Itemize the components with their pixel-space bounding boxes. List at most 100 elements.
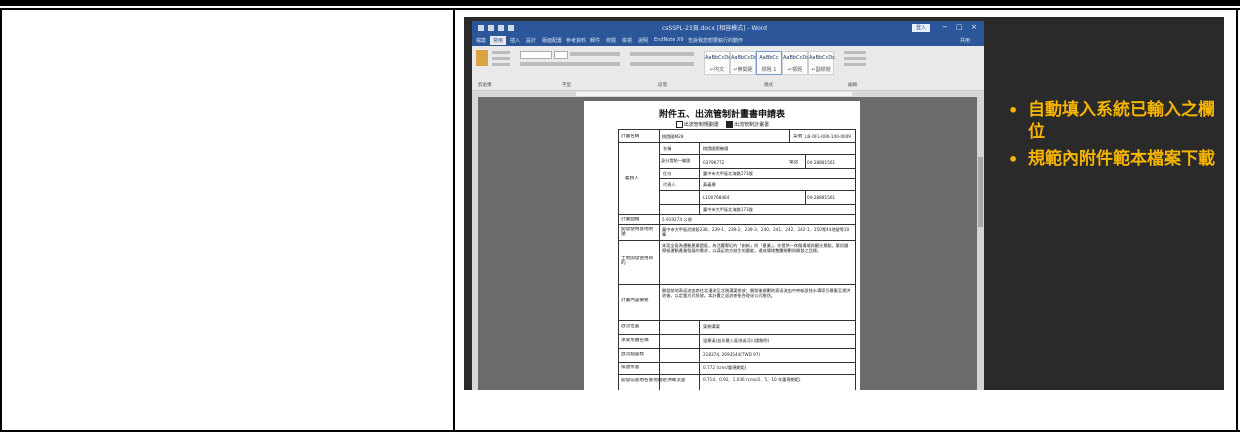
paste-icon[interactable] — [476, 50, 488, 66]
area-value[interactable]: 5.919274 公頃 — [662, 217, 692, 222]
save-icon[interactable] — [478, 25, 484, 31]
plan-type-checkboxes: 出流管制規劃書 出流管制計畫書 — [584, 121, 860, 128]
purpose-label: 土地開發使用目的 — [621, 256, 654, 266]
tab-endnote[interactable]: EndNote X9 — [654, 37, 684, 43]
tab-references[interactable]: 參考資料 — [566, 37, 586, 44]
doc-no-value[interactable]: LB-OFL-000-100-0049 — [805, 134, 851, 139]
tab-file[interactable]: 檔案 — [476, 37, 486, 44]
share-button[interactable]: 共用 — [960, 37, 970, 44]
font-style-buttons[interactable] — [520, 62, 620, 66]
word-window: csSSPL-23頁.docx [相容模式] - Word 登入 − □ × 檔… — [472, 21, 984, 390]
font-size-select[interactable] — [554, 51, 568, 59]
list-buttons[interactable] — [630, 52, 694, 56]
group-styles-label: 樣式 — [764, 83, 773, 88]
rep-addr-value[interactable]: 臺中市大甲區北海路173號 — [703, 207, 753, 212]
find-button[interactable] — [844, 51, 866, 54]
copy-icon[interactable] — [492, 57, 510, 60]
name-label: 名稱 — [663, 146, 672, 151]
quick-access-icon[interactable] — [508, 25, 514, 31]
redo-icon[interactable] — [498, 25, 504, 31]
document-page[interactable]: 附件五、出流管制計畫書申請表 出流管制規劃書 出流管制計畫書 計畫名稱 桃園國M… — [584, 101, 860, 390]
font-name-select[interactable] — [520, 51, 552, 59]
font-format-buttons[interactable] — [570, 52, 620, 56]
frame-top-border-inner — [0, 8, 1240, 10]
bullet-item: • 規範內附件範本檔案下載 — [1008, 148, 1218, 170]
group-editing-label: 編輯 — [848, 83, 857, 88]
frame-column-divider — [453, 8, 455, 432]
tab-design[interactable]: 設計 — [526, 37, 536, 44]
table-col-line — [699, 320, 700, 390]
group-clipboard-label: 剪貼簿 — [478, 83, 492, 88]
tab-home[interactable]: 常用 — [490, 36, 507, 45]
coord-value[interactable]: 218374, 2693544(TWD 97) — [703, 352, 760, 357]
table-row-line — [619, 240, 855, 241]
style-subtitle[interactable]: AaBbCcDc ↵副標題 — [808, 51, 835, 75]
tab-view[interactable]: 檢視 — [622, 37, 632, 44]
style-normal[interactable]: AaBbCcDc ↵內文 — [704, 51, 731, 75]
word-title: csSSPL-23頁.docx [相容模式] - Word — [662, 25, 767, 32]
location-value[interactable]: 臺中市大甲區武陵段238、239-1、239-2、239-3、240、241、2… — [662, 227, 852, 237]
align-buttons[interactable] — [630, 62, 694, 66]
tab-help[interactable]: 說明 — [638, 37, 648, 44]
doc-no-label: 案號 — [793, 134, 803, 139]
peak-value[interactable]: 0.714、0.92、1.036 (cms/2、5、10 年重現期距) — [703, 377, 853, 382]
id-label: 身分證統一編號 — [661, 158, 691, 163]
rep-tel-value[interactable]: 04-28881561 — [807, 195, 835, 200]
table-row-line — [659, 204, 855, 205]
table-row-line — [659, 154, 855, 155]
table-col-line — [699, 142, 700, 214]
ribbon-tabs: 檔案 常用 插入 設計 版面配置 參考資料 郵件 校閱 檢視 說明 EndNot… — [472, 35, 984, 46]
table-col-line — [789, 130, 790, 142]
tab-review[interactable]: 校閱 — [606, 37, 616, 44]
receiving-value[interactable]: 溫寮溪(若非匯入區排或河川請敘明) — [703, 338, 769, 343]
tell-me-search[interactable]: 告訴我您想要執行的動作 — [688, 37, 743, 44]
replace-button[interactable] — [844, 57, 866, 60]
table-row-line — [619, 224, 855, 225]
rep-id-value[interactable]: L100768464 — [703, 195, 729, 200]
horizontal-ruler — [472, 91, 984, 97]
tab-insert[interactable]: 插入 — [510, 37, 520, 44]
frame-left-border — [0, 8, 2, 432]
scrollbar-thumb[interactable] — [978, 157, 983, 227]
tab-mailings[interactable]: 郵件 — [590, 37, 600, 44]
plan-name-value[interactable]: 桃園國M28 — [662, 134, 684, 139]
addr-value[interactable]: 臺中市大甲區北海路173號 — [703, 171, 753, 176]
q-label: 排放水量 — [621, 365, 640, 370]
checkbox-plan-draft-label: 出流管制規劃書 — [683, 122, 719, 128]
group-paragraph-label: 段落 — [658, 83, 667, 88]
content-label: 計畫內容摘要 — [621, 298, 649, 303]
style-heading-1[interactable]: AaBbCc 標題 1 — [756, 51, 782, 75]
vertical-ruler — [472, 97, 478, 390]
slide-bullets: • 自動填入系統已輸入之欄位 • 規範內附件範本檔案下載 — [1008, 99, 1218, 175]
undo-icon[interactable] — [488, 25, 494, 31]
checkbox-plan-final[interactable] — [726, 121, 734, 128]
table-row-line — [619, 284, 855, 285]
close-icon[interactable]: × — [971, 23, 977, 31]
sign-in-button[interactable]: 登入 — [912, 24, 930, 32]
q-value[interactable]: 0.772 (cms/重現期距) — [703, 365, 746, 370]
bullet-text: 自動填入系統已輸入之欄位 — [1028, 100, 1215, 142]
style-no-spacing[interactable]: AaBbCcDc ↵無間距 — [730, 51, 757, 75]
application-table: 計畫名稱 桃園國M28 案號 LB-OFL-000-100-0049 義務人 名… — [618, 129, 856, 390]
outfall-value[interactable]: 東側溝渠 — [703, 324, 720, 329]
tel-value[interactable]: 04-28881561 — [807, 160, 835, 165]
format-painter-icon[interactable] — [492, 63, 510, 66]
area-label: 計畫面積 — [621, 217, 640, 222]
outfall-label: 放流位置 — [621, 324, 640, 329]
rep-value[interactable]: 黃義傳 — [703, 182, 716, 187]
content-text[interactable]: 開發前地表逕流由南往北漫流至北側溝渠排放；開發後規劃地表逕流由中央新設排水溝導引… — [662, 288, 852, 298]
name-value[interactable]: 桃園國際機場 — [703, 146, 728, 151]
maximize-icon[interactable]: □ — [956, 23, 963, 31]
minimize-icon[interactable]: − — [942, 23, 948, 31]
cut-icon[interactable] — [492, 51, 510, 54]
document-title: 附件五、出流管制計畫書申請表 — [658, 110, 785, 120]
tab-layout[interactable]: 版面配置 — [542, 37, 562, 44]
checkbox-plan-draft[interactable] — [675, 121, 683, 128]
plan-name-label: 計畫名稱 — [621, 134, 640, 139]
style-title[interactable]: AaBbCcDc ↵標題 — [782, 51, 809, 75]
id-value[interactable]: 03796772 — [703, 160, 724, 165]
select-button[interactable] — [844, 63, 866, 66]
bullet-dot-icon: • — [1008, 150, 1019, 169]
vertical-scrollbar[interactable] — [977, 97, 984, 390]
purpose-text[interactable]: 本案全區為運動產業園區，為活躍鄰近的「創新」與「產業」，亦提供一休閒場域與觀光景… — [662, 243, 852, 253]
